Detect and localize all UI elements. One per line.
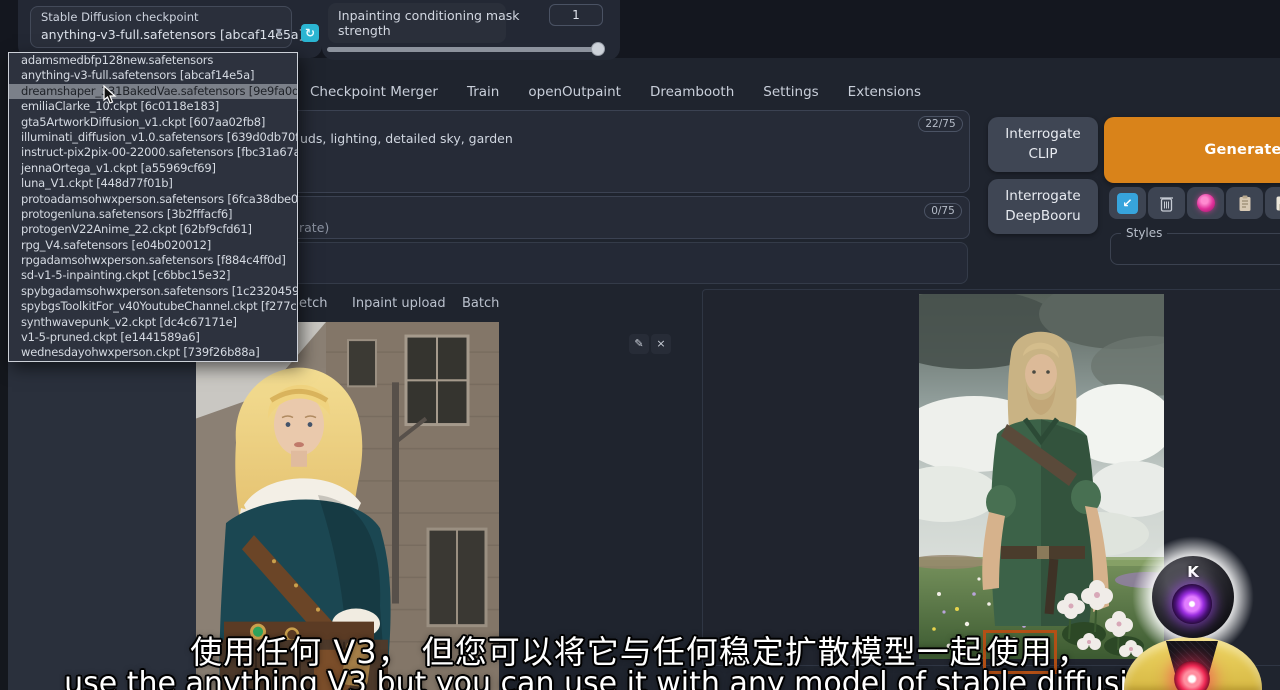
checkpoint-option[interactable]: protogenV22Anime_22.ckpt [62bf9cfd61] [9, 222, 297, 237]
interrogate-deepbooru-button[interactable]: Interrogate DeepBooru [988, 179, 1098, 234]
mask-strength-slider-handle[interactable] [591, 42, 605, 56]
nav-tab[interactable]: Extensions [848, 84, 921, 100]
clipboard-icon [1238, 195, 1252, 212]
generated-output-image[interactable] [919, 294, 1164, 659]
prompt-visible-text: uds, lighting, detailed sky, garden [300, 131, 513, 146]
extra-networks-button[interactable] [1187, 187, 1224, 219]
checkpoint-option[interactable]: sd-v1-5-inpainting.ckpt [c6bbc15e32] [9, 268, 297, 283]
checkpoint-option[interactable]: emiliaClarke_10.ckpt [6c0118e183] [9, 99, 297, 114]
checkpoint-option[interactable]: dreamshaper_331BakedVae.safetensors [9e9… [9, 84, 297, 99]
checkpoint-option[interactable]: rpgadamsohwxperson.safetensors [f884c4ff… [9, 253, 297, 268]
checkpoint-dropdown-list: adamsmedbfp128new.safetensorsanything-v3… [8, 52, 298, 362]
tab-batch[interactable]: Batch [462, 296, 499, 311]
nav-tab[interactable]: Settings [763, 84, 818, 100]
checkpoint-option[interactable]: adamsmedbfp128new.safetensors [9, 53, 297, 68]
refresh-checkpoints-button[interactable]: ↻ [301, 24, 319, 42]
avatar-eye [1172, 584, 1212, 624]
nav-tab[interactable]: Dreambooth [650, 84, 734, 100]
floppy-disk-icon [1276, 196, 1280, 211]
tab-inpaint-upload[interactable]: Inpaint upload [352, 296, 446, 311]
styles-fieldset-label: Styles [1121, 226, 1167, 240]
left-gutter [0, 58, 8, 690]
checkpoint-option[interactable]: spybgadamsohwxperson.safetensors [1c2320… [9, 284, 297, 299]
mouse-cursor [103, 85, 117, 105]
avatar-core-glow [1174, 661, 1210, 690]
nav-tab[interactable]: Checkpoint Merger [310, 84, 438, 100]
checkpoint-option[interactable]: wednesdayohwxperson.ckpt [739f26b88a] [9, 345, 297, 360]
nav-tab[interactable]: Train [467, 84, 499, 100]
clear-prompt-button[interactable] [1148, 187, 1185, 219]
avatar-letter: K [1152, 563, 1234, 581]
apply-style-button[interactable] [1226, 187, 1263, 219]
pencil-icon: ✎ [634, 337, 643, 350]
edit-image-button[interactable]: ✎ [629, 334, 649, 354]
close-icon: × [656, 337, 665, 350]
checkpoint-option[interactable]: anything-v3-full.safetensors [abcaf14e5a… [9, 68, 297, 83]
checkpoint-option[interactable]: v1-5-pruned.ckpt [e1441589a6] [9, 330, 297, 345]
chevron-down-icon: ▾ [276, 24, 282, 38]
mask-strength-slider[interactable] [327, 47, 603, 52]
checkpoint-select[interactable]: Stable Diffusion checkpoint anything-v3-… [30, 6, 292, 48]
checkpoint-option[interactable]: synthwavepunk_v2.ckpt [dc4c67171e] [9, 315, 297, 330]
paste-generation-params-button[interactable]: ↙ [1109, 187, 1146, 219]
subtitle-english: use the anything V3 but you can use it w… [0, 666, 1280, 690]
checkpoint-option[interactable]: gta5ArtworkDiffusion_v1.ckpt [607aa02fb8… [9, 115, 297, 130]
checkpoint-option[interactable]: spybgsToolkitFor_v40YoutubeChannel.ckpt … [9, 299, 297, 314]
checkpoint-option[interactable]: protogenluna.safetensors [3b2fffacf6] [9, 207, 297, 222]
checkpoint-option[interactable]: protoadamsohwxperson.safetensors [6fca38… [9, 192, 297, 207]
trash-icon [1159, 195, 1174, 212]
checkpoint-option[interactable]: rpg_V4.safetensors [e04b020012] [9, 238, 297, 253]
app-root: Stable Diffusion checkpoint anything-v3-… [0, 0, 1280, 690]
main-nav-tabs: Checkpoint Merger Train openOutpaint Dreamb… [310, 84, 921, 100]
generate-button[interactable]: Generate [1104, 117, 1280, 183]
checkpoint-option[interactable]: jennaOrtega_v1.ckpt [a55969cf69] [9, 161, 297, 176]
extra-networks-icon [1197, 194, 1215, 212]
checkpoint-select-value: anything-v3-full.safetensors [abcaf14e5a… [41, 27, 303, 42]
paste-arrow-icon: ↙ [1117, 193, 1138, 214]
checkpoint-option[interactable]: instruct-pix2pix-00-22000.safetensors [f… [9, 145, 297, 160]
top-header-bar: Stable Diffusion checkpoint anything-v3-… [0, 0, 1280, 58]
negative-token-counter: 0/75 [924, 203, 962, 219]
checkpoint-option[interactable]: luna_V1.ckpt [448d77f01b] [9, 176, 297, 191]
mask-strength-value-input[interactable]: 1 [549, 4, 603, 26]
refresh-icon: ↻ [305, 26, 315, 40]
interrogate-clip-button[interactable]: Interrogate CLIP [988, 117, 1098, 172]
mask-strength-label: Inpainting conditioning mask strength [338, 8, 523, 38]
prompt-token-counter: 22/75 [918, 116, 963, 132]
checkpoint-option[interactable]: illuminati_diffusion_v1.0.safetensors [6… [9, 130, 297, 145]
negative-prompt-placeholder: rate) [299, 220, 329, 235]
nav-tab[interactable]: openOutpaint [528, 84, 621, 100]
tab-inpaint-sketch-partial[interactable]: etch [299, 296, 327, 311]
save-style-button[interactable] [1265, 187, 1280, 219]
checkpoint-select-label: Stable Diffusion checkpoint [41, 10, 199, 24]
remove-image-button[interactable]: × [651, 334, 671, 354]
